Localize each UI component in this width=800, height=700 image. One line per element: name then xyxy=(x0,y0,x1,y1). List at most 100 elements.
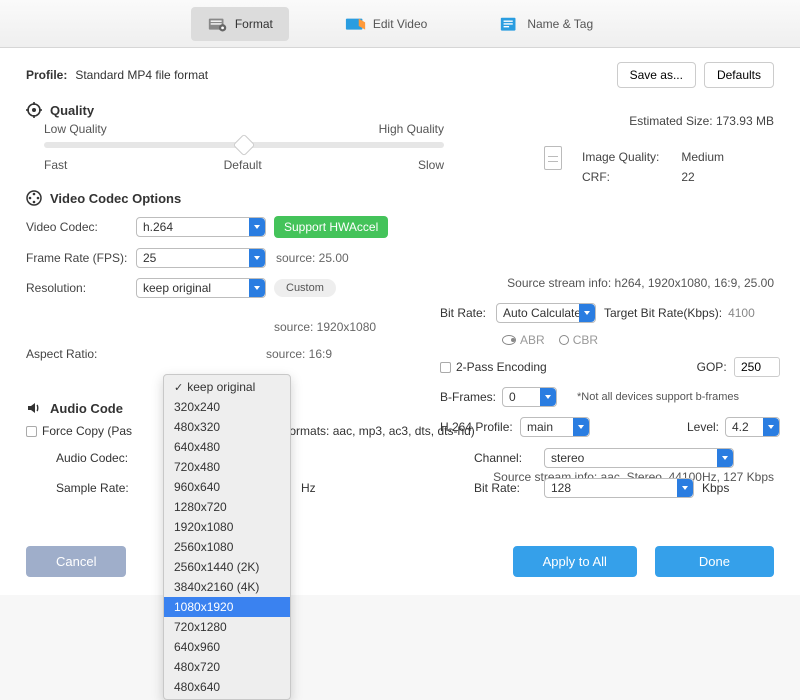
low-quality-label: Low Quality xyxy=(44,122,107,136)
slider-thumb[interactable] xyxy=(233,134,256,157)
channel-value: stereo xyxy=(551,451,584,465)
resolution-option[interactable]: 480x640 xyxy=(164,677,290,697)
quality-title: Quality xyxy=(50,103,94,118)
bitrate-value: Auto Calculate xyxy=(503,306,581,320)
resolution-option[interactable]: 2560x1080 xyxy=(164,537,290,557)
custom-button[interactable]: Custom xyxy=(274,279,336,297)
resolution-option[interactable]: 1280x720 xyxy=(164,497,290,517)
target-bitrate-label: Target Bit Rate(Kbps): xyxy=(604,306,722,320)
tab-name-tag[interactable]: Name & Tag xyxy=(483,7,609,41)
image-quality-box: Image Quality: Medium CRF: 22 xyxy=(544,146,774,188)
content-area: Profile: Standard MP4 file format Save a… xyxy=(0,48,800,595)
abr-radio[interactable] xyxy=(502,335,516,345)
level-label: Level: xyxy=(687,420,719,434)
fast-label: Fast xyxy=(44,158,67,172)
profile-row: Profile: Standard MP4 file format Save a… xyxy=(26,62,774,88)
tab-edit-video[interactable]: Edit Video xyxy=(329,7,444,41)
video-codec-select[interactable]: h.264 xyxy=(136,217,266,237)
cancel-button[interactable]: Cancel xyxy=(26,546,126,577)
resolution-option[interactable]: 320x240 xyxy=(164,397,290,417)
resolution-option[interactable]: 720x480 xyxy=(164,457,290,477)
resolution-option[interactable]: 480x720 xyxy=(164,657,290,677)
video-right-column: Bit Rate: Auto Calculate Target Bit Rate… xyxy=(440,303,780,437)
channel-select[interactable]: stereo xyxy=(544,448,734,468)
speaker-icon xyxy=(26,400,42,416)
crf-value: 22 xyxy=(671,168,734,186)
document-icon xyxy=(544,146,562,170)
video-source-info: Source stream info: h264, 1920x1080, 16:… xyxy=(507,276,774,290)
tab-label: Format xyxy=(235,17,273,31)
resolution-value: keep original xyxy=(143,281,211,295)
dialog-footer: Cancel Apply to All Done xyxy=(0,534,800,595)
resolution-option[interactable]: 720x1280 xyxy=(164,617,290,637)
resolution-option[interactable]: 640x960 xyxy=(164,637,290,657)
video-codec-label: Video Codec: xyxy=(26,220,136,234)
tab-label: Edit Video xyxy=(373,17,428,31)
audio-title: Audio Code xyxy=(50,401,123,416)
cbr-radio[interactable] xyxy=(559,335,569,345)
aspect-ratio-label: Aspect Ratio: xyxy=(26,347,136,361)
gop-label: GOP: xyxy=(697,360,727,374)
gop-input[interactable] xyxy=(734,357,780,377)
force-copy-label-left: Force Copy (Pas xyxy=(42,424,132,438)
slow-label: Slow xyxy=(418,158,444,172)
video-codec-value: h.264 xyxy=(143,220,173,234)
resolution-option[interactable]: 1920x1080 xyxy=(164,517,290,537)
channel-label: Channel: xyxy=(474,451,544,465)
profile-label: Profile: xyxy=(26,68,67,82)
defaults-button[interactable]: Defaults xyxy=(704,62,774,88)
fps-value: 25 xyxy=(143,251,156,265)
resolution-option[interactable]: 640x480 xyxy=(164,437,290,457)
save-as-button[interactable]: Save as... xyxy=(617,62,696,88)
audio-codec-label: Audio Codec: xyxy=(56,451,146,465)
apply-to-all-button[interactable]: Apply to All xyxy=(513,546,637,577)
resolution-select[interactable]: keep original xyxy=(136,278,266,298)
cbr-label: CBR xyxy=(573,333,598,347)
format-icon xyxy=(207,15,229,33)
h264profile-select[interactable]: main xyxy=(520,417,590,437)
fps-label: Frame Rate (FPS): xyxy=(26,251,136,265)
tab-label: Name & Tag xyxy=(527,17,593,31)
target-bitrate-value: 4100 xyxy=(728,306,755,320)
h264profile-label: H.264 Profile: xyxy=(440,420,520,434)
bitrate-select[interactable]: Auto Calculate xyxy=(496,303,596,323)
video-title: Video Codec Options xyxy=(50,191,181,206)
resolution-option[interactable]: 1080x1920 xyxy=(164,597,290,617)
audio-bitrate-value: 128 xyxy=(551,481,571,495)
bframes-label: B-Frames: xyxy=(440,390,502,404)
film-icon xyxy=(26,190,42,206)
ar-source: source: 16:9 xyxy=(266,347,332,361)
gear-icon xyxy=(26,102,42,118)
sample-rate-label: Sample Rate: xyxy=(56,481,146,495)
fps-source: source: 25.00 xyxy=(276,251,349,265)
default-label: Default xyxy=(224,158,262,172)
high-quality-label: High Quality xyxy=(379,122,444,136)
support-hwaccel-button[interactable]: Support HWAccel xyxy=(274,216,388,238)
top-tab-bar: Format Edit Video Name & Tag xyxy=(0,0,800,48)
crf-label: CRF: xyxy=(572,168,669,186)
bframes-note: *Not all devices support b-frames xyxy=(577,391,739,403)
twopass-checkbox[interactable] xyxy=(440,362,451,373)
sample-rate-unit: Hz xyxy=(301,481,316,495)
done-button[interactable]: Done xyxy=(655,546,774,577)
imgq-value: Medium xyxy=(671,148,734,166)
resolution-dropdown[interactable]: ✓keep original320x240480x320640x480720x4… xyxy=(163,374,291,700)
resolution-option[interactable]: 2560x1440 (2K) xyxy=(164,557,290,577)
force-copy-checkbox[interactable] xyxy=(26,426,37,437)
audio-bitrate-select[interactable]: 128 xyxy=(544,478,694,498)
abr-label: ABR xyxy=(520,333,545,347)
resolution-option[interactable]: ✓keep original xyxy=(164,377,290,397)
h264profile-value: main xyxy=(527,420,553,434)
resolution-option[interactable]: 480x320 xyxy=(164,417,290,437)
bframes-select[interactable]: 0 xyxy=(502,387,557,407)
tab-format[interactable]: Format xyxy=(191,7,289,41)
resolution-option[interactable]: 960x640 xyxy=(164,477,290,497)
bitrate-label: Bit Rate: xyxy=(440,306,496,320)
fps-select[interactable]: 25 xyxy=(136,248,266,268)
edit-video-icon xyxy=(345,15,367,33)
res-source: source: 1920x1080 xyxy=(274,320,376,334)
resolution-option[interactable]: 3840x2160 (4K) xyxy=(164,577,290,597)
quality-slider[interactable] xyxy=(44,142,444,148)
resolution-label: Resolution: xyxy=(26,281,136,295)
level-select[interactable]: 4.2 xyxy=(725,417,780,437)
